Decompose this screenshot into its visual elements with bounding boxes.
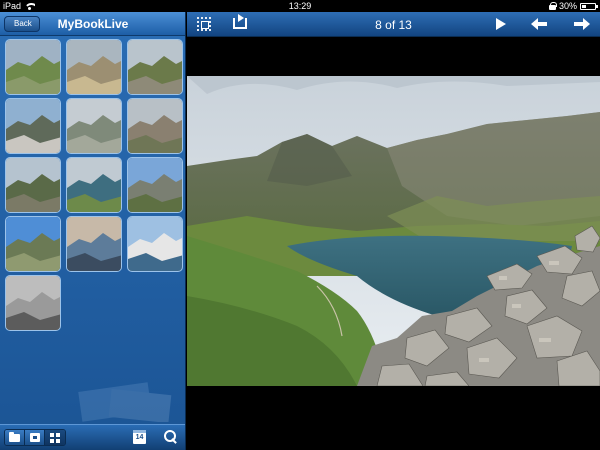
device-icon [29, 433, 40, 442]
rotation-lock-icon [548, 2, 557, 10]
battery-percent: 30% [558, 1, 577, 11]
calendar-icon[interactable]: 14 [133, 430, 146, 444]
status-time: 13:29 [288, 1, 312, 11]
grid-view-icon [50, 432, 60, 443]
viewer-toolbar: 8 of 13 [187, 12, 600, 37]
sidebar: Back MyBookLive 14 [0, 12, 186, 450]
main-photo[interactable] [187, 76, 600, 386]
prev-arrow-icon[interactable] [531, 18, 547, 30]
thumb-2[interactable] [66, 39, 122, 95]
sidebar-toolbar: 14 [0, 424, 185, 450]
folder-icon [9, 431, 20, 442]
battery-fill [582, 4, 586, 8]
thumb-11[interactable] [66, 216, 122, 272]
status-right: 30% [548, 1, 598, 11]
thumb-1[interactable] [5, 39, 61, 95]
thumb-10[interactable] [5, 216, 61, 272]
sidebar-title: MyBookLive [57, 17, 129, 31]
status-bar: iPad 13:29 30% [0, 0, 600, 12]
thumb-12[interactable] [127, 216, 183, 272]
grid-view-button[interactable] [45, 430, 65, 445]
thumb-13[interactable] [5, 275, 61, 331]
sidebar-watermark [78, 382, 172, 422]
folder-button[interactable] [5, 430, 25, 445]
photo-viewer: 8 of 13 [187, 12, 600, 450]
battery-icon [580, 2, 598, 10]
sidebar-header: Back MyBookLive [0, 12, 185, 36]
thumb-9[interactable] [127, 157, 183, 213]
thumb-3[interactable] [127, 39, 183, 95]
thumb-6[interactable] [127, 98, 183, 154]
mountain-lake-photo [187, 76, 600, 386]
search-icon[interactable] [164, 430, 178, 444]
thumb-8[interactable] [66, 157, 122, 213]
device-button[interactable] [25, 430, 45, 445]
source-segment-control [4, 429, 66, 446]
thumb-5[interactable] [66, 98, 122, 154]
thumbnail-grid [5, 39, 185, 339]
thumb-7[interactable] [5, 157, 61, 213]
play-icon[interactable] [496, 18, 506, 30]
next-arrow-icon[interactable] [574, 18, 590, 30]
thumb-4[interactable] [5, 98, 61, 154]
